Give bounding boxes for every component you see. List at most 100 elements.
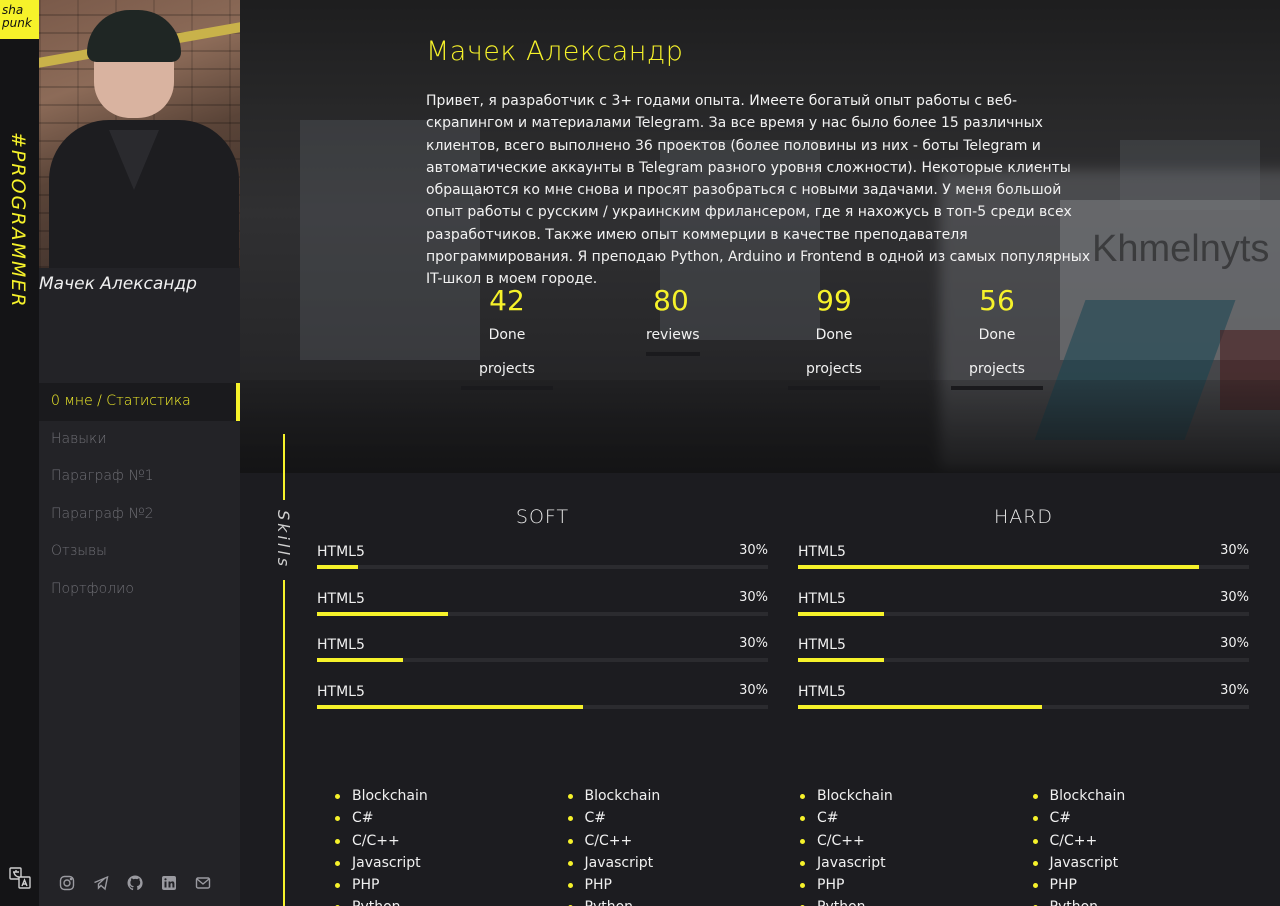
skill-list-item: Blockchain [335,785,568,807]
translate-icon[interactable] [8,866,32,890]
telegram-icon[interactable] [93,875,109,891]
skill-percent: 30% [739,682,768,698]
skill-list-item: C# [1032,807,1266,829]
hard-skills-title: HARD [993,506,1054,528]
skill-list: BlockchainC#C/C++JavascriptPHPPython [335,785,568,906]
skill-progress-fill [317,611,448,616]
skill-list-item: C/C++ [1032,830,1266,852]
stat-value: 42 [489,284,525,317]
nav-item-skills[interactable]: Навыки [39,421,240,459]
skill-list-item: C# [800,807,1033,829]
skill-list-item: Python [567,896,801,906]
nav-item-about[interactable]: 0 мне / Статистика [39,383,240,421]
soft-skill-row: HTML5 30% [317,682,768,729]
social-links [59,875,211,891]
skill-progress-track [798,565,1249,569]
stat-value: 80 [653,284,689,317]
stats: 42 Done projects 80 reviews 99 Done proj… [426,284,1106,390]
stat-label: Done projects [788,318,880,390]
skill-list: BlockchainC#C/C++JavascriptPHPPython [1032,785,1266,906]
skill-name: HTML5 [798,683,846,700]
skill-list-item: PHP [1032,874,1266,896]
skill-list-item: C# [335,807,568,829]
skill-progress-fill [798,658,884,662]
stat-item: 42 Done projects [461,284,553,390]
skill-name: HTML5 [798,637,846,653]
stat-item: 99 Done projects [788,284,880,390]
skill-list-item: Javascript [800,852,1033,874]
skill-percent: 30% [1220,636,1249,651]
skill-progress-track [798,611,1249,616]
nav-item-paragraph-2[interactable]: Параграф №2 [39,496,240,534]
skill-list-item: C# [567,807,801,829]
hard-skill-row: HTML5 30% [798,635,1249,682]
logo-line-2: punk [2,16,32,30]
skill-list-item: PHP [567,874,801,896]
soft-skill-bars: HTML5 30% HTML5 30% HTML5 30% HTML5 30% [317,542,768,728]
skill-percent: 30% [1220,589,1249,605]
page: sha punk #PROGRAMMER Мачек Александр 0 м… [0,0,1280,906]
hard-skill-row: HTML5 30% [798,682,1249,729]
skill-progress-track [798,658,1249,662]
skill-list-item: Javascript [335,852,568,874]
soft-skill-row: HTML5 30% [317,589,768,636]
skill-progress-track [317,565,768,569]
skill-progress-fill [317,704,584,709]
skill-name: HTML5 [798,544,846,560]
skill-list-item: Python [335,896,568,906]
sidebar-nav: 0 мне / Статистика Навыки Параграф №1 Па… [39,383,240,608]
skill-list-item: Python [800,896,1033,906]
skill-list-item: C/C++ [567,830,801,852]
skill-progress-fill [798,704,1042,709]
skill-progress-track [317,611,768,616]
skill-progress-fill [798,565,1200,569]
skill-list-item: Python [1032,896,1266,906]
stat-label: reviews [646,318,700,356]
skill-lists: BlockchainC#C/C++JavascriptPHPPythonBloc… [335,785,1265,906]
skill-progress-fill [798,611,884,616]
skill-list-item: Blockchain [567,785,801,807]
github-icon[interactable] [127,875,143,891]
skill-name: HTML5 [317,683,365,700]
stat-label: Done projects [951,318,1043,390]
skill-name: HTML5 [317,590,365,607]
soft-skill-row: HTML5 30% [317,635,768,682]
skill-percent: 30% [1220,682,1249,698]
skill-percent: 30% [739,589,768,605]
stat-value: 99 [816,284,852,317]
skill-list-item: Blockchain [1032,785,1266,807]
logo[interactable]: sha punk [0,0,39,39]
skill-progress-track [798,704,1249,709]
skill-list-item: C/C++ [800,830,1033,852]
stat-item: 56 Done projects [951,284,1043,390]
intro-text: Привет, я разработчик с 3+ годами опыта.… [426,93,1091,288]
hard-skill-row: HTML5 30% [798,542,1249,589]
skill-list-item: Javascript [1032,852,1266,874]
instagram-icon[interactable] [59,875,75,891]
mail-icon[interactable] [195,875,211,891]
page-title: Мачек Александр [426,36,684,67]
linkedin-icon[interactable] [161,875,177,891]
skill-progress-track [317,704,768,709]
sidebar: Мачек Александр 0 мне / Статистика Навык… [39,0,240,906]
skill-list-item: Blockchain [800,785,1033,807]
profile-photo [39,0,240,268]
skill-list: BlockchainC#C/C++JavascriptPHPPython [800,785,1033,906]
skill-percent: 30% [739,636,768,651]
stat-item: 80 reviews [646,284,700,356]
skill-list-item: Javascript [567,852,801,874]
hard-skill-bars: HTML5 30% HTML5 30% HTML5 30% HTML5 30% [798,542,1249,728]
soft-skills-title: SOFT [515,506,570,528]
stat-value: 56 [979,284,1015,317]
skill-progress-fill [317,658,403,662]
left-strip: sha punk #PROGRAMMER [0,0,39,906]
nav-item-paragraph-1[interactable]: Параграф №1 [39,458,240,496]
programmer-tag: #PROGRAMMER [7,132,29,309]
hard-skill-row: HTML5 30% [798,589,1249,636]
skill-name: HTML5 [317,544,365,560]
skill-percent: 30% [1220,543,1249,558]
soft-skill-row: HTML5 30% [317,542,768,589]
nav-item-portfolio[interactable]: Портфолио [39,571,240,609]
nav-item-reviews[interactable]: Отзывы [39,533,240,571]
skill-list: BlockchainC#C/C++JavascriptPHPPython [567,785,801,906]
